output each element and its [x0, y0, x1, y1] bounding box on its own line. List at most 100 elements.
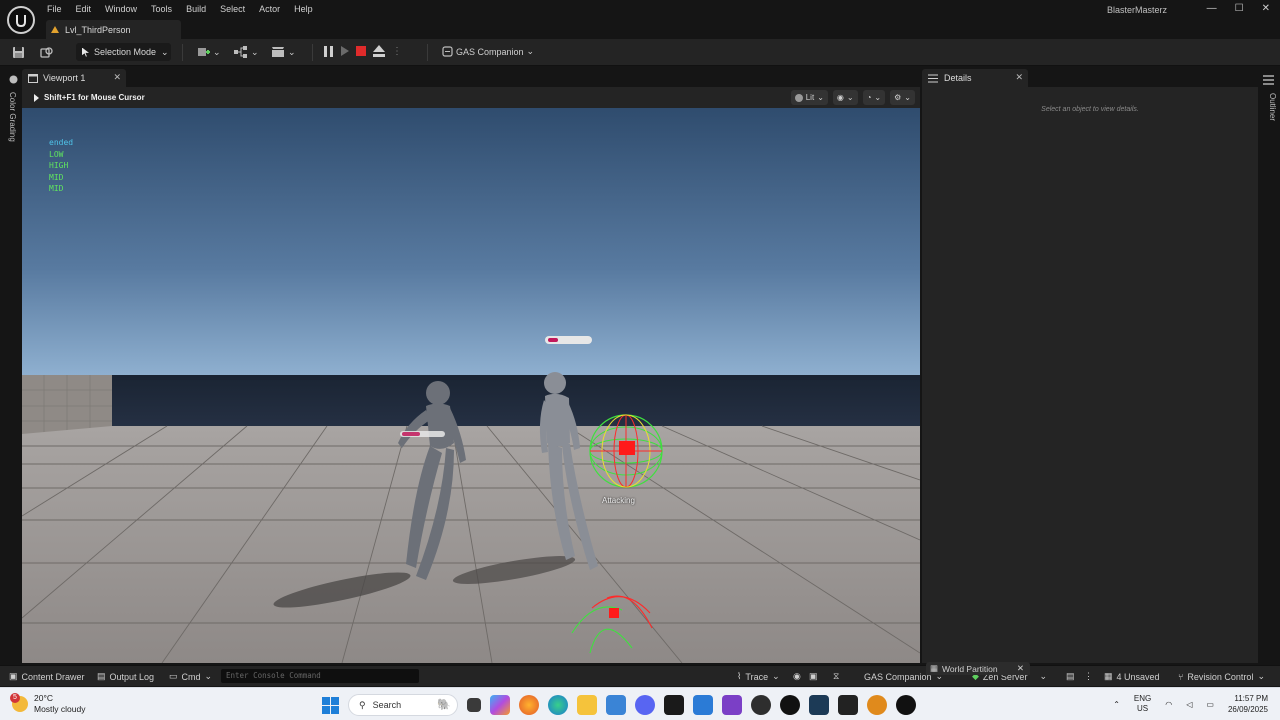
viewport-hint[interactable]: Shift+F1 for Mouse Cursor	[34, 93, 145, 102]
language-code: ENG	[1133, 694, 1152, 703]
unsaved-icon: ▦	[1104, 671, 1113, 681]
visual-studio-icon[interactable]	[722, 695, 742, 715]
outliner-tab[interactable]: Outliner	[1268, 93, 1277, 121]
step-frame-icon[interactable]	[341, 46, 349, 56]
firefox-icon[interactable]	[519, 695, 539, 715]
blender-icon[interactable]	[867, 695, 887, 715]
cmd-dropdown[interactable]: ▭ Cmd ⌄	[169, 671, 212, 682]
unsaved-button[interactable]: ▦ 4 Unsaved	[1104, 671, 1160, 682]
unreal-logo-icon[interactable]	[7, 6, 35, 34]
content-drawer-button[interactable]: ▣ Content Drawer	[9, 671, 85, 682]
world-partition-tab[interactable]: ▦ World Partition ✕	[926, 662, 1030, 675]
capcut-icon[interactable]	[664, 695, 684, 715]
derived-data-button[interactable]: ▤	[1066, 671, 1075, 682]
menu-build[interactable]: Build	[179, 4, 213, 14]
discord-icon[interactable]	[635, 695, 655, 715]
viewport-settings-dropdown[interactable]: ⚙ ⌄	[890, 90, 915, 105]
output-log-button[interactable]: ▤ Output Log	[97, 671, 154, 682]
gas-companion-dropdown[interactable]: GAS Companion ⌄	[442, 46, 534, 57]
more-options-icon[interactable]: ⋮	[392, 46, 402, 57]
stop-icon[interactable]	[356, 46, 366, 56]
menu-help[interactable]: Help	[287, 4, 320, 14]
add-actor-dropdown[interactable]: ⌄	[197, 46, 221, 58]
console-command-input[interactable]: Enter Console Command	[221, 669, 419, 683]
color-grading-icon[interactable]	[9, 75, 18, 84]
game-viewport[interactable]: ended LOW HIGH MID MID Attacking	[22, 108, 920, 663]
selection-mode-dropdown[interactable]: Selection Mode ⌄	[76, 43, 171, 61]
outliner-list-icon[interactable]	[1263, 75, 1274, 85]
edge-icon[interactable]	[548, 695, 568, 715]
blender-launcher-icon[interactable]	[809, 695, 829, 715]
window-controls: — ☐ ✕	[1207, 3, 1270, 14]
menu-actor[interactable]: Actor	[252, 4, 287, 14]
world-partition-icon: ▦	[930, 663, 939, 673]
color-grading-tab[interactable]: Color Grading	[8, 92, 17, 142]
screenshot-button[interactable]: ▣	[809, 671, 818, 682]
menu-edit[interactable]: Edit	[69, 4, 99, 14]
task-view-icon[interactable]	[467, 698, 481, 712]
weather-widget[interactable]: 5 20°C Mostly cloudy	[10, 693, 86, 715]
chevron-down-icon: ⌄	[161, 46, 169, 57]
media-player-icon[interactable]	[780, 695, 800, 715]
taskbar-search[interactable]: ⚲ Search 🐘	[348, 694, 458, 716]
file-explorer-icon[interactable]	[577, 695, 597, 715]
more-options-button[interactable]: ⋮	[1084, 671, 1093, 682]
level-tab[interactable]: Lvl_ThirdPerson	[46, 20, 181, 39]
chevron-down-icon: ⌄	[251, 46, 259, 57]
minimize-icon[interactable]: —	[1207, 3, 1217, 14]
menu-select[interactable]: Select	[213, 4, 252, 14]
close-window-icon[interactable]: ✕	[1262, 3, 1270, 14]
obs-icon[interactable]	[751, 695, 771, 715]
copilot-icon[interactable]	[490, 695, 510, 715]
play-controls: ⋮	[324, 45, 402, 57]
unreal-engine-icon[interactable]	[896, 695, 916, 715]
windows-start-icon[interactable]	[322, 696, 339, 714]
notepad-icon[interactable]	[693, 695, 713, 715]
search-highlight-icon: 🐘	[437, 699, 451, 711]
viewport-tab[interactable]: Viewport 1 ✕	[22, 69, 126, 87]
chevron-up-icon[interactable]: ⌃	[1113, 700, 1120, 709]
chevron-down-icon: ⌄	[817, 93, 824, 102]
toolbar-divider	[427, 44, 428, 61]
maximize-icon[interactable]: ☐	[1235, 3, 1244, 14]
language-indicator[interactable]: ENG US	[1134, 694, 1151, 714]
battery-icon[interactable]: ▭	[1206, 700, 1214, 709]
gear-icon: ⚙	[894, 93, 902, 102]
pause-icon[interactable]	[324, 45, 334, 57]
store-icon[interactable]	[606, 695, 626, 715]
status-bar: ▣ Content Drawer ▤ Output Log ▭ Cmd ⌄ En…	[0, 665, 1280, 686]
eject-icon[interactable]	[373, 45, 385, 57]
menu-file[interactable]: File	[40, 4, 69, 14]
clock[interactable]: 11:57 PM 26/09/2025	[1228, 693, 1268, 715]
speaker-icon[interactable]: ◁	[1186, 700, 1192, 709]
record-button[interactable]: ◉	[793, 671, 801, 682]
character-state-label: Attacking	[602, 496, 635, 505]
details-tab-bar: Details ✕	[922, 67, 1258, 87]
main-menu: File Edit Window Tools Build Select Acto…	[40, 4, 320, 14]
details-tab[interactable]: Details ✕	[922, 69, 1028, 87]
hourglass-button[interactable]: ⧖	[833, 671, 839, 682]
blueprint-dropdown[interactable]: ⌄	[234, 46, 259, 58]
menu-window[interactable]: Window	[98, 4, 144, 14]
gauge-icon: ◔	[866, 93, 872, 102]
revision-control-dropdown[interactable]: ⑂ Revision Control ⌄	[1178, 671, 1265, 682]
menu-tools[interactable]: Tools	[144, 4, 179, 14]
close-tab-icon[interactable]: ✕	[113, 72, 121, 83]
trace-dropdown[interactable]: ⌇ Trace ⌄	[737, 671, 780, 682]
close-tab-icon[interactable]: ✕	[1017, 663, 1024, 674]
trace-icon: ⌇	[737, 671, 742, 681]
hourglass-icon: ⧖	[833, 671, 840, 681]
os-taskbar: 5 20°C Mostly cloudy ⚲ Search 🐘 ⌃ ENG US…	[0, 687, 1280, 720]
performance-dropdown[interactable]: ◔ ⌄	[862, 90, 886, 105]
wifi-icon[interactable]: ◠	[1165, 700, 1172, 709]
epic-games-icon[interactable]	[838, 695, 858, 715]
right-sidebar: Outliner	[1258, 67, 1280, 663]
details-list-icon	[928, 74, 938, 82]
view-mode-dropdown[interactable]: Lit ⌄	[790, 90, 828, 105]
close-tab-icon[interactable]: ✕	[1015, 72, 1023, 83]
cinematics-dropdown[interactable]: ⌄	[271, 46, 296, 58]
save-icon[interactable]	[12, 46, 25, 59]
show-flags-dropdown[interactable]: ◉ ⌄	[832, 90, 858, 105]
content-browse-icon[interactable]	[40, 46, 53, 59]
floor	[22, 426, 920, 663]
